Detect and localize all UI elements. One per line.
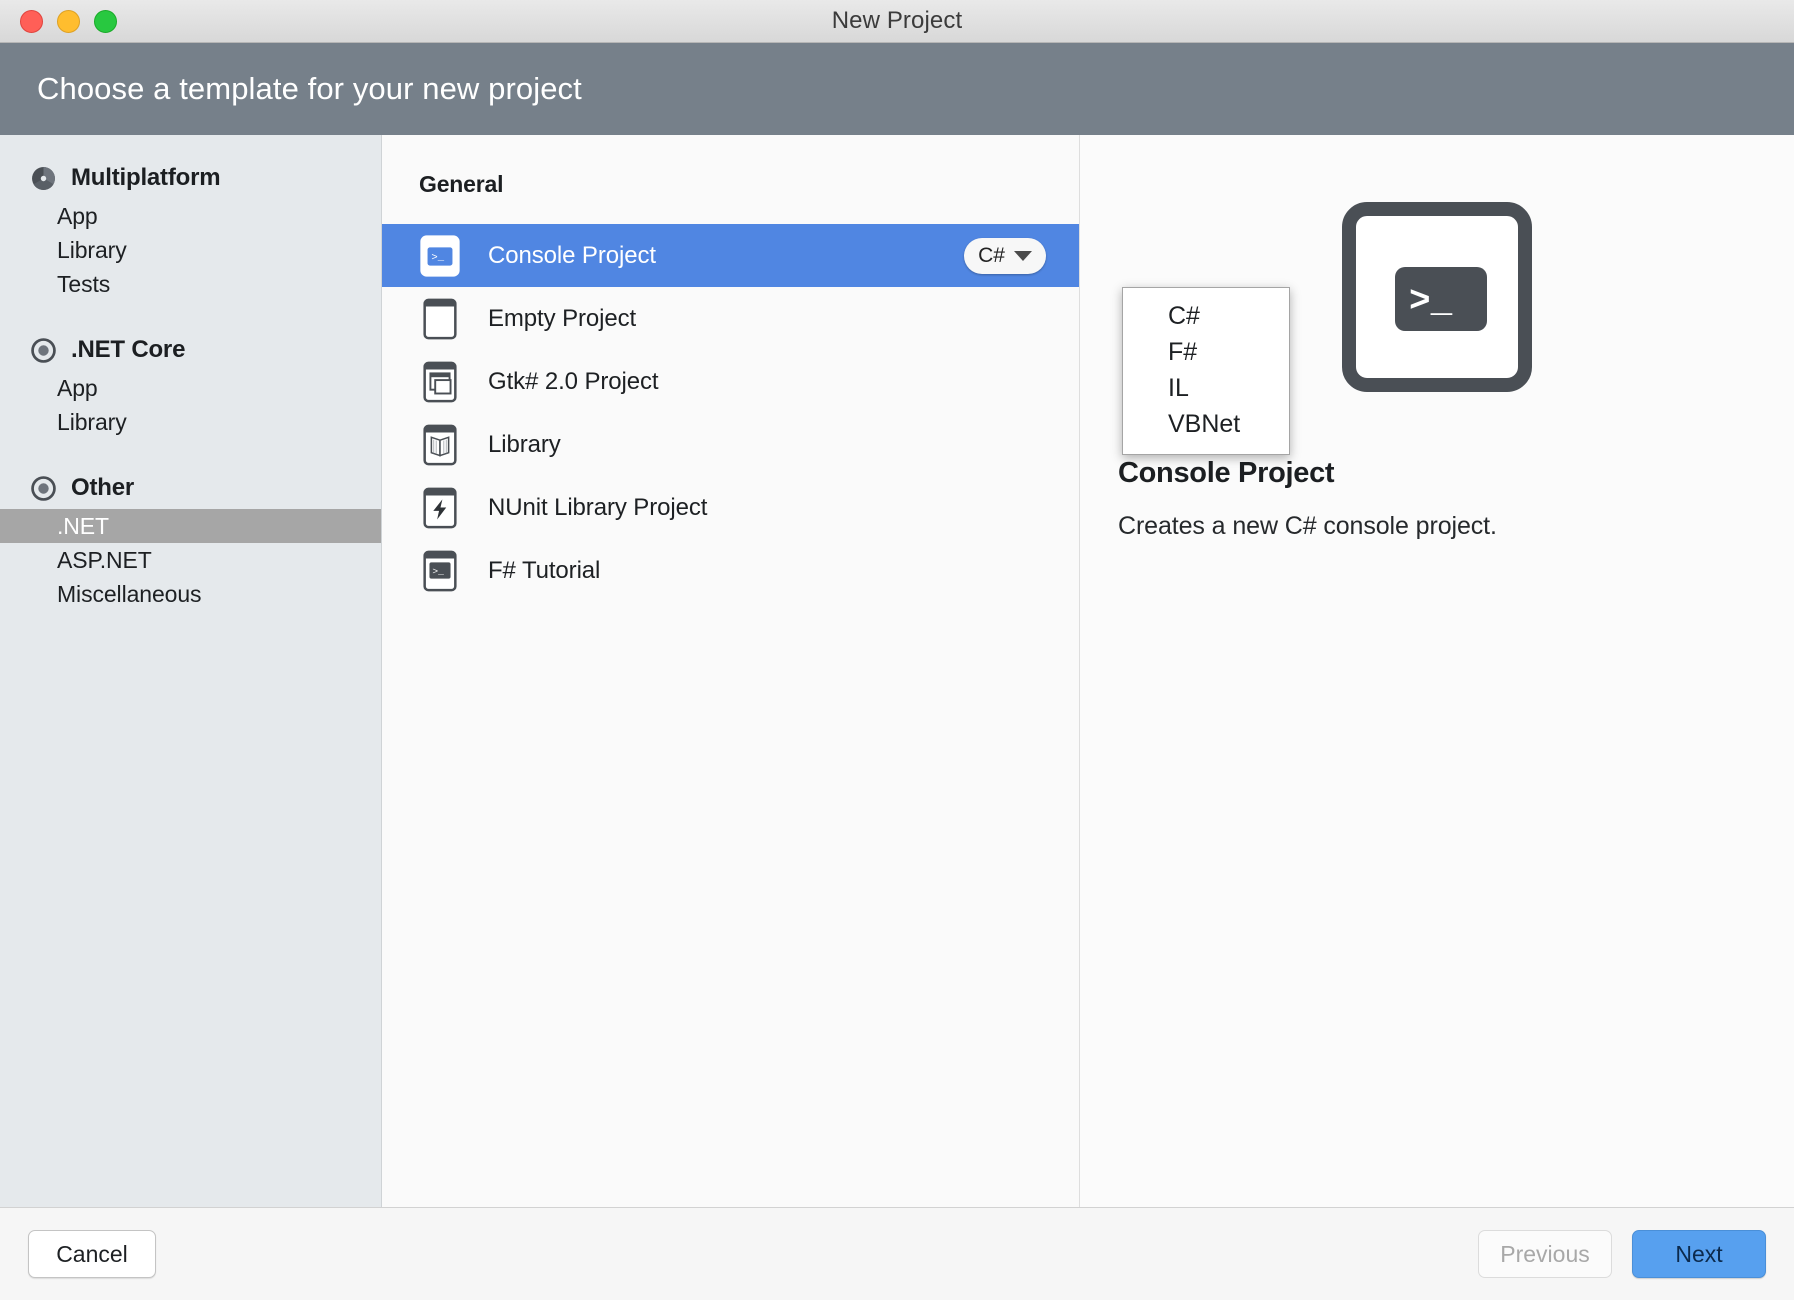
template-row-gtk-project[interactable]: Gtk# 2.0 Project bbox=[382, 350, 1079, 413]
sidebar-item-aspnet[interactable]: ASP.NET bbox=[0, 543, 381, 577]
dialog-footer: Cancel Previous Next bbox=[0, 1208, 1794, 1300]
language-selector-button[interactable]: C# bbox=[964, 237, 1046, 274]
dotnet-core-icon bbox=[31, 337, 56, 363]
template-row-empty-project[interactable]: Empty Project bbox=[382, 287, 1079, 350]
preview-description: Creates a new C# console project. bbox=[1118, 512, 1497, 540]
window-titlebar: New Project bbox=[0, 0, 1794, 43]
minimize-window-button[interactable] bbox=[57, 9, 80, 33]
language-option-csharp[interactable]: C# bbox=[1123, 298, 1289, 334]
chevron-down-icon bbox=[1014, 250, 1032, 261]
sidebar-group-label: Multiplatform bbox=[71, 164, 221, 191]
empty-page-icon bbox=[423, 298, 457, 339]
sidebar-group-multiplatform: Multiplatform bbox=[0, 157, 381, 199]
sidebar-group-other: Other bbox=[0, 467, 381, 509]
language-option-fsharp[interactable]: F# bbox=[1123, 334, 1289, 370]
template-list-panel: General >_ Console Project C# Empty Proj… bbox=[382, 135, 1080, 1207]
template-label: Empty Project bbox=[488, 304, 637, 332]
language-dropdown-menu[interactable]: C# F# IL VBNet bbox=[1122, 287, 1290, 455]
console-icon: >_ bbox=[423, 550, 457, 591]
sidebar-item-multiplatform-library[interactable]: Library bbox=[0, 233, 381, 267]
svg-text:>_: >_ bbox=[1409, 281, 1453, 322]
zoom-window-button[interactable] bbox=[94, 9, 117, 33]
dialog-header: Choose a template for your new project bbox=[0, 43, 1794, 135]
template-row-nunit-library-project[interactable]: NUnit Library Project bbox=[382, 476, 1079, 539]
traffic-light-group bbox=[20, 9, 117, 33]
console-large-icon: >_ bbox=[1342, 202, 1532, 392]
console-icon: >_ bbox=[420, 234, 460, 277]
language-option-vbnet[interactable]: VBNet bbox=[1123, 406, 1289, 442]
template-row-console-project[interactable]: >_ Console Project C# bbox=[382, 224, 1079, 287]
close-window-button[interactable] bbox=[20, 9, 43, 33]
previous-button[interactable]: Previous bbox=[1478, 1230, 1612, 1278]
template-label: NUnit Library Project bbox=[488, 493, 708, 521]
template-label: Gtk# 2.0 Project bbox=[488, 367, 659, 395]
page-title: Choose a template for your new project bbox=[37, 71, 582, 106]
template-label: Library bbox=[488, 430, 561, 458]
sidebar-item-dotnetcore-app[interactable]: App bbox=[0, 371, 381, 405]
sidebar-group-dotnet-core: .NET Core bbox=[0, 329, 381, 371]
sidebar-item-dotnet[interactable]: .NET bbox=[0, 509, 381, 543]
template-row-library[interactable]: Library bbox=[382, 413, 1079, 476]
book-icon bbox=[423, 424, 457, 465]
dialog-body: Multiplatform App Library Tests .NET Cor… bbox=[0, 135, 1794, 1208]
svg-text:>_: >_ bbox=[432, 565, 444, 576]
preview-title: Console Project bbox=[1118, 457, 1335, 489]
template-label: Console Project bbox=[488, 241, 656, 269]
category-sidebar[interactable]: Multiplatform App Library Tests .NET Cor… bbox=[0, 135, 382, 1207]
template-row-fsharp-tutorial[interactable]: >_ F# Tutorial bbox=[382, 539, 1079, 602]
sidebar-item-multiplatform-app[interactable]: App bbox=[0, 199, 381, 233]
window-icon bbox=[423, 361, 457, 402]
sidebar-group-label: .NET Core bbox=[71, 336, 186, 363]
template-label: F# Tutorial bbox=[488, 556, 601, 584]
new-project-dialog: New Project Choose a template for your n… bbox=[0, 0, 1794, 1300]
sidebar-item-dotnetcore-library[interactable]: Library bbox=[0, 405, 381, 439]
language-selector-value: C# bbox=[978, 243, 1005, 267]
sidebar-group-label: Other bbox=[71, 474, 135, 501]
multiplatform-icon bbox=[32, 166, 55, 190]
other-icon bbox=[31, 475, 56, 501]
language-option-il[interactable]: IL bbox=[1123, 370, 1289, 406]
sidebar-item-multiplatform-tests[interactable]: Tests bbox=[0, 267, 381, 301]
svg-text:>_: >_ bbox=[431, 251, 444, 263]
next-button[interactable]: Next bbox=[1632, 1230, 1766, 1278]
bolt-icon bbox=[423, 487, 457, 528]
sidebar-item-miscellaneous[interactable]: Miscellaneous bbox=[0, 577, 381, 611]
cancel-button[interactable]: Cancel bbox=[28, 1230, 156, 1278]
list-section-title: General bbox=[419, 171, 504, 197]
window-title: New Project bbox=[831, 7, 963, 34]
